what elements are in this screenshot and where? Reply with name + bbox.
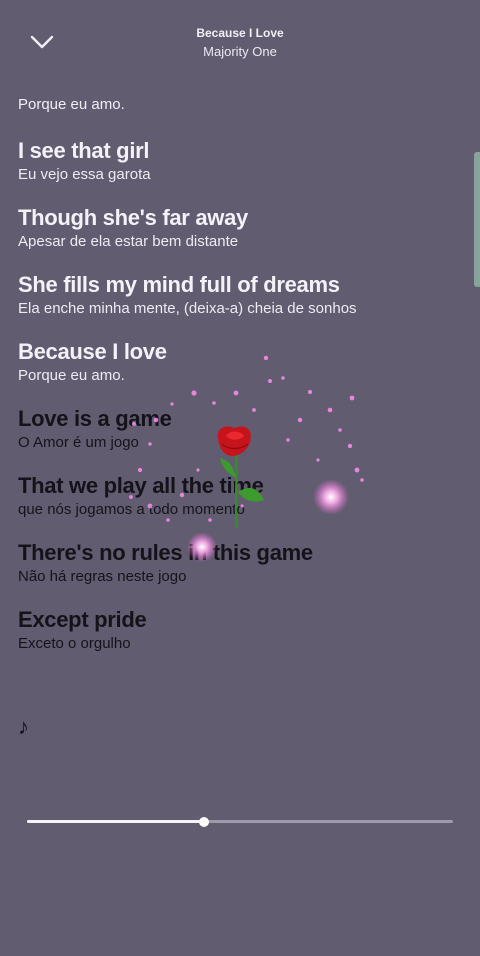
progress-bar[interactable] (27, 816, 453, 827)
lyric-line[interactable]: Except pride Exceto o orgulho (18, 606, 458, 654)
lyric-original: Though she's far away (18, 205, 248, 230)
lyric-original: She fills my mind full of dreams (18, 272, 340, 297)
lyric-translation: Ela enche minha mente, (deixa-a) cheia d… (18, 300, 357, 317)
song-title: Because I Love (196, 26, 284, 40)
progress-fill (27, 820, 204, 823)
lyric-line[interactable]: Because I love Porque eu amo. (18, 338, 458, 386)
artist-name: Majority One (203, 44, 277, 59)
lyric-translation-previous: Porque eu amo. (18, 96, 125, 113)
lyric-translation: Apesar de ela estar bem distante (18, 233, 239, 250)
lyric-original: Except pride (18, 607, 147, 632)
player-header: Because I Love Majority One (0, 0, 480, 80)
music-note-icon: ♪ (18, 714, 29, 739)
lyric-translation: Porque eu amo. (18, 367, 125, 384)
lyric-original: Because I love (18, 339, 167, 364)
lyric-original: Love is a game (18, 406, 172, 431)
lyric-original: There's no rules in this game (18, 540, 313, 565)
lyrics-panel: Porque eu amo. I see that girl Eu vejo e… (18, 96, 458, 673)
lyric-line[interactable]: I see that girl Eu vejo essa garota (18, 137, 458, 185)
lyric-line[interactable]: She fills my mind full of dreams Ela enc… (18, 271, 458, 319)
lyric-translation: Exceto o orgulho (18, 635, 131, 652)
lyric-line[interactable]: There's no rules in this game Não há reg… (18, 539, 458, 587)
lyric-original: I see that girl (18, 138, 150, 163)
scroll-indicator[interactable] (474, 152, 480, 287)
lyric-translation: Não há regras neste jogo (18, 568, 187, 585)
lyric-line[interactable]: Though she's far away Apesar de ela esta… (18, 204, 458, 252)
lyric-line[interactable]: Love is a game O Amor é um jogo (18, 405, 458, 453)
lyric-translation: O Amor é um jogo (18, 434, 139, 451)
lyric-translation: que nós jogamos a todo momento (18, 501, 245, 518)
lyric-translation: Eu vejo essa garota (18, 166, 151, 183)
lyric-line[interactable]: That we play all the time que nós jogamo… (18, 472, 458, 520)
progress-knob[interactable] (198, 816, 209, 827)
lyric-original: That we play all the time (18, 473, 264, 498)
